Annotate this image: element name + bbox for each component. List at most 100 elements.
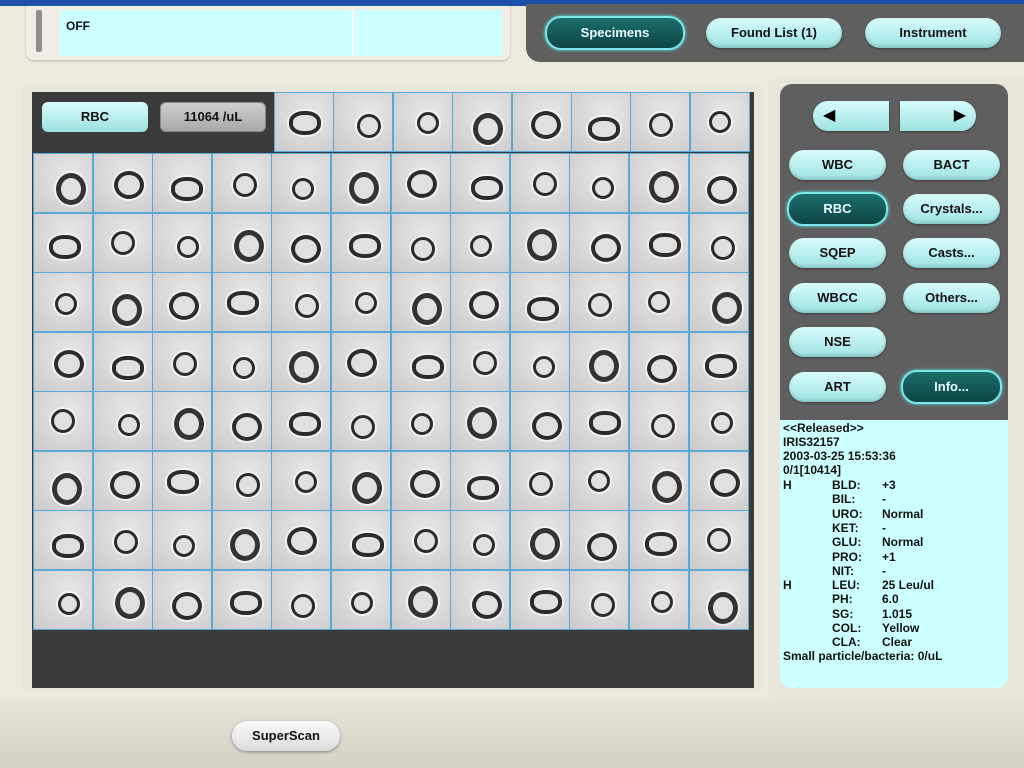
particle-image[interactable] — [271, 153, 332, 213]
particle-image[interactable] — [211, 569, 272, 630]
particle-image[interactable] — [450, 569, 511, 630]
particle-image[interactable] — [152, 272, 213, 332]
particle-image[interactable] — [211, 153, 272, 213]
particle-image[interactable] — [152, 569, 213, 630]
particle-image[interactable] — [33, 331, 93, 392]
particle-image[interactable] — [450, 510, 511, 570]
particle-image[interactable] — [688, 510, 749, 570]
particle-image[interactable] — [331, 153, 391, 213]
particle-image[interactable] — [390, 212, 451, 273]
particle-image[interactable] — [33, 450, 93, 511]
particle-image[interactable] — [211, 212, 272, 273]
particle-image[interactable] — [92, 212, 153, 273]
previous-button[interactable]: ◀ — [813, 101, 889, 131]
particle-image[interactable] — [331, 212, 391, 273]
particle-image[interactable] — [450, 153, 511, 213]
particle-image[interactable] — [92, 331, 153, 392]
particle-image[interactable] — [511, 92, 572, 152]
specimens-button[interactable]: Specimens — [545, 16, 685, 50]
next-button[interactable]: ▶ — [900, 101, 976, 131]
particle-image[interactable] — [509, 331, 570, 392]
particle-image[interactable] — [688, 272, 749, 332]
others-button[interactable]: Others... — [903, 283, 1000, 313]
particle-image[interactable] — [152, 212, 213, 273]
particle-image[interactable] — [271, 391, 332, 451]
art-button[interactable]: ART — [789, 372, 886, 402]
particle-image[interactable] — [392, 92, 453, 152]
particle-image[interactable] — [569, 272, 630, 332]
casts-button[interactable]: Casts... — [903, 238, 1000, 268]
particle-image[interactable] — [569, 212, 630, 273]
particle-image[interactable] — [629, 212, 689, 273]
particle-image[interactable] — [689, 92, 750, 152]
particle-image[interactable] — [688, 569, 749, 630]
particle-image[interactable] — [33, 272, 93, 332]
particle-image[interactable] — [450, 272, 511, 332]
particle-image[interactable] — [152, 331, 213, 392]
particle-image[interactable] — [33, 212, 93, 273]
particle-image[interactable] — [688, 331, 749, 392]
particle-image[interactable] — [629, 153, 689, 213]
particle-image[interactable] — [390, 272, 451, 332]
particle-image[interactable] — [33, 153, 93, 213]
particle-image[interactable] — [211, 450, 272, 511]
particle-image[interactable] — [688, 153, 749, 213]
particle-image[interactable] — [152, 153, 213, 213]
particle-image[interactable] — [390, 391, 451, 451]
particle-image[interactable] — [629, 331, 689, 392]
particle-image[interactable] — [152, 510, 213, 570]
particle-image[interactable] — [450, 331, 511, 392]
particle-image[interactable] — [509, 450, 570, 511]
particle-image[interactable] — [629, 391, 689, 451]
particle-image[interactable] — [271, 212, 332, 273]
particle-image[interactable] — [331, 450, 391, 511]
particle-image[interactable] — [450, 391, 511, 451]
particle-image[interactable] — [211, 272, 272, 332]
particle-image[interactable] — [271, 450, 332, 511]
particle-image[interactable] — [271, 272, 332, 332]
particle-image[interactable] — [390, 569, 451, 630]
particle-image[interactable] — [569, 391, 630, 451]
particle-image[interactable] — [688, 450, 749, 511]
particle-image[interactable] — [450, 450, 511, 511]
particle-image[interactable] — [331, 569, 391, 630]
particle-image[interactable] — [92, 391, 153, 451]
particle-image[interactable] — [569, 510, 630, 570]
particle-image[interactable] — [509, 153, 570, 213]
particle-image[interactable] — [390, 331, 451, 392]
particle-image[interactable] — [452, 92, 513, 152]
particle-image[interactable] — [569, 450, 630, 511]
particle-image[interactable] — [569, 153, 630, 213]
particle-image[interactable] — [629, 510, 689, 570]
particle-image[interactable] — [271, 569, 332, 630]
particle-image[interactable] — [629, 272, 689, 332]
particle-image[interactable] — [211, 391, 272, 451]
particle-image[interactable] — [211, 331, 272, 392]
bact-button[interactable]: BACT — [903, 150, 1000, 180]
sqep-button[interactable]: SQEP — [789, 238, 886, 268]
crystals-button[interactable]: Crystals... — [903, 194, 1000, 224]
particle-image[interactable] — [92, 510, 153, 570]
particle-image[interactable] — [331, 391, 391, 451]
particle-image[interactable] — [92, 450, 153, 511]
particle-image[interactable] — [688, 212, 749, 273]
info-button[interactable]: Info... — [901, 370, 1002, 404]
instrument-button[interactable]: Instrument — [865, 18, 1001, 48]
particle-image[interactable] — [569, 569, 630, 630]
particle-image[interactable] — [450, 212, 511, 273]
nse-button[interactable]: NSE — [789, 327, 886, 357]
particle-image[interactable] — [629, 569, 689, 630]
particle-image[interactable] — [571, 92, 631, 152]
particle-image[interactable] — [390, 450, 451, 511]
particle-image[interactable] — [211, 510, 272, 570]
particle-image[interactable] — [629, 450, 689, 511]
particle-image[interactable] — [509, 272, 570, 332]
particle-image[interactable] — [92, 569, 153, 630]
wbcc-button[interactable]: WBCC — [789, 283, 886, 313]
particle-image[interactable] — [509, 569, 570, 630]
particle-image[interactable] — [152, 450, 213, 511]
particle-image[interactable] — [331, 331, 391, 392]
particle-image[interactable] — [509, 510, 570, 570]
particle-image[interactable] — [509, 391, 570, 451]
particle-image[interactable] — [33, 391, 93, 451]
